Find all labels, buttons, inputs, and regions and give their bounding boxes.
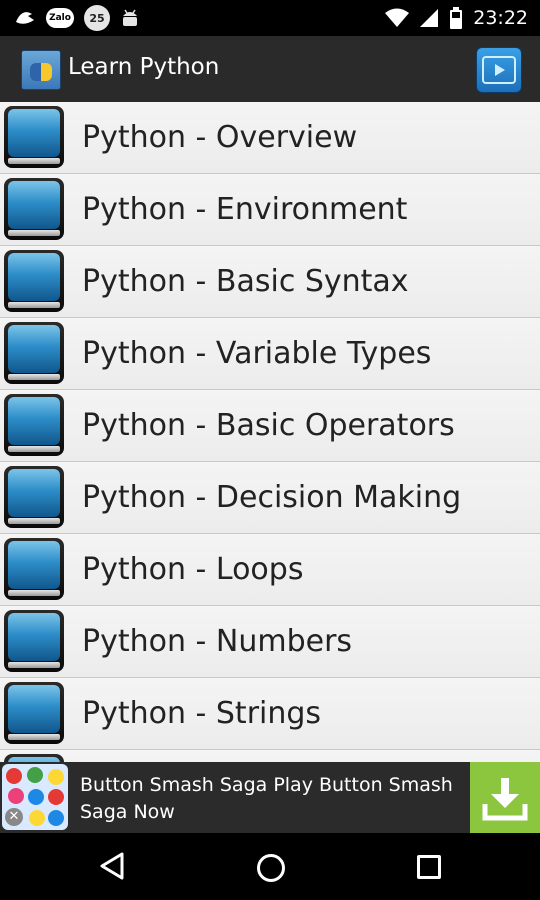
android-icon <box>123 9 137 26</box>
list-item[interactable] <box>0 750 540 762</box>
play-icon <box>482 56 516 84</box>
list-item-label: Python - Numbers <box>82 624 353 659</box>
book-icon <box>4 610 64 672</box>
wifi-icon <box>385 8 410 27</box>
notification-icons: Zalo 25 <box>14 5 140 31</box>
action-bar: Learn Python <box>0 36 540 104</box>
ad-banner[interactable]: ✕ Button Smash Saga Play Button Smash Sa… <box>0 762 540 833</box>
list-item[interactable]: Python - Basic Syntax <box>0 246 540 318</box>
list-item[interactable]: Python - Strings <box>0 678 540 750</box>
list-item[interactable]: Python - Loops <box>0 534 540 606</box>
cell-signal-icon <box>420 9 439 27</box>
list-item-label: Python - Variable Types <box>82 336 432 371</box>
navigation-bar <box>0 833 540 900</box>
list-item-label: Python - Strings <box>82 696 322 731</box>
book-icon <box>4 394 64 456</box>
book-icon <box>4 682 64 744</box>
list-item[interactable]: Python - Decision Making <box>0 462 540 534</box>
list-item[interactable]: Python - Variable Types <box>0 318 540 390</box>
list-item-label: Python - Overview <box>82 120 358 155</box>
book-icon <box>4 322 64 384</box>
recent-apps-icon[interactable] <box>417 855 441 879</box>
book-icon <box>4 178 64 240</box>
home-icon[interactable] <box>257 854 285 882</box>
back-icon[interactable] <box>98 851 126 881</box>
list-item[interactable]: Python - Overview <box>0 102 540 174</box>
badge-icon: 25 <box>84 5 110 31</box>
status-bar: Zalo 25 23:22 <box>0 0 540 36</box>
book-icon <box>4 538 64 600</box>
app-title: Learn Python <box>68 54 220 80</box>
book-icon <box>4 466 64 528</box>
list-item-label: Python - Basic Syntax <box>82 264 409 299</box>
play-store-button[interactable] <box>476 47 522 93</box>
book-icon <box>4 106 64 168</box>
battery-icon <box>450 7 463 29</box>
system-indicators: 23:22 <box>385 5 528 31</box>
list-item-label: Python - Loops <box>82 552 304 587</box>
clock: 23:22 <box>473 7 528 29</box>
list-item[interactable]: Python - Numbers <box>0 606 540 678</box>
bird-icon <box>16 12 34 24</box>
list-item-label: Python - Decision Making <box>82 480 462 515</box>
download-button[interactable] <box>470 762 540 833</box>
lesson-list: Python - Overview Python - Environment P… <box>0 102 540 762</box>
list-item[interactable]: Python - Basic Operators <box>0 390 540 462</box>
zalo-icon: Zalo <box>46 8 74 28</box>
list-item-label: Python - Basic Operators <box>82 408 455 443</box>
ad-text[interactable]: Button Smash Saga Play Button Smash Saga… <box>80 772 460 826</box>
book-icon <box>4 250 64 312</box>
download-icon <box>482 777 528 820</box>
book-icon <box>4 754 64 762</box>
list-item[interactable]: Python - Environment <box>0 174 540 246</box>
app-logo-icon <box>21 50 61 90</box>
list-item-label: Python - Environment <box>82 192 408 227</box>
ad-close-icon[interactable]: ✕ <box>5 808 23 826</box>
